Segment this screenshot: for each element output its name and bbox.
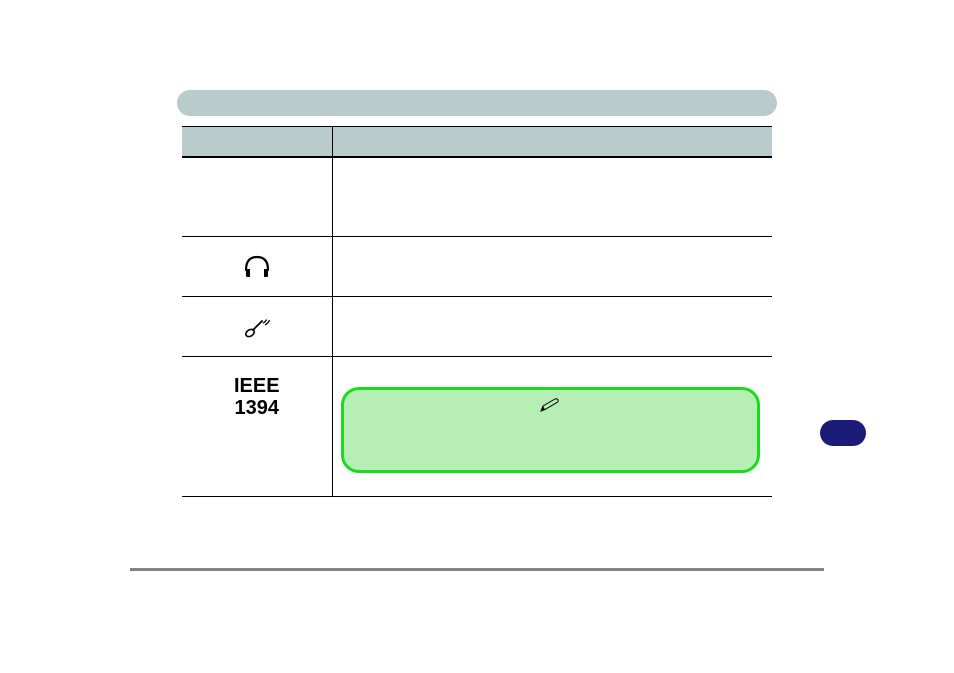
header-cell-icon — [182, 127, 332, 157]
ieee1394-label: IEEE 1394 — [234, 375, 280, 419]
row-content-cell — [332, 237, 772, 297]
table-row — [182, 297, 772, 357]
callout-icon-wrap — [358, 396, 744, 418]
row-icon-cell — [182, 157, 332, 237]
header-cell-desc — [332, 127, 772, 157]
table-row: IEEE 1394 — [182, 357, 772, 497]
ports-table: IEEE 1394 — [182, 126, 772, 497]
table-row — [182, 237, 772, 297]
row-content-cell — [332, 357, 772, 497]
row-icon-cell — [182, 237, 332, 297]
ieee-text-line1: IEEE — [234, 375, 280, 397]
headphone-icon — [242, 258, 272, 275]
table-header-row — [182, 127, 772, 157]
header-bar — [177, 90, 777, 116]
pencil-icon — [539, 396, 561, 413]
row-content-cell — [332, 297, 772, 357]
microphone-icon — [242, 318, 272, 335]
row-content-cell — [332, 157, 772, 237]
side-tab — [820, 420, 866, 446]
document-page: IEEE 1394 — [0, 0, 954, 673]
footer-divider — [130, 568, 824, 571]
ieee-text-line2: 1394 — [234, 397, 279, 419]
row-icon-cell: IEEE 1394 — [182, 357, 332, 497]
row-icon-cell — [182, 297, 332, 357]
note-callout — [341, 387, 761, 473]
table-row — [182, 157, 772, 237]
